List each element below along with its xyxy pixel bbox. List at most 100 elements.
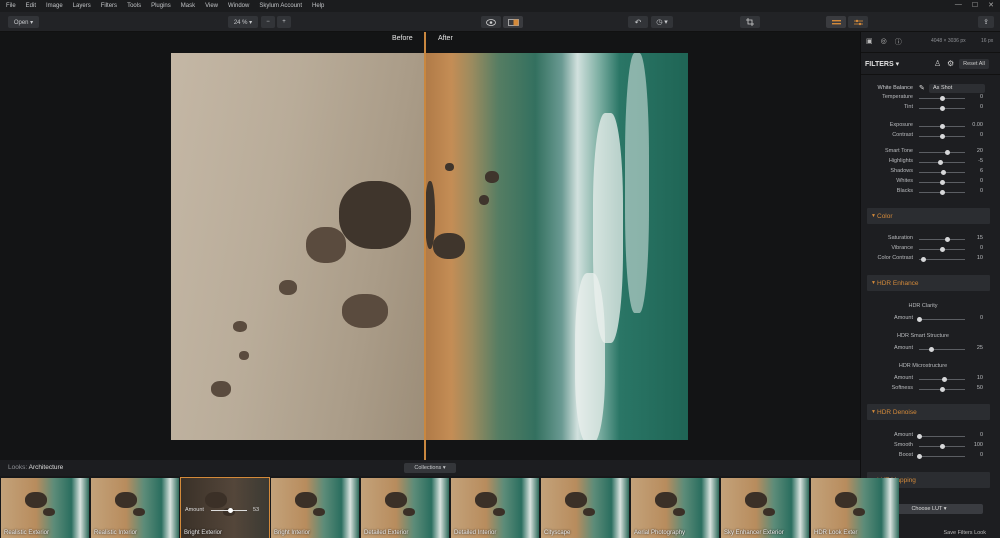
menu-item[interactable]: Help <box>312 3 324 9</box>
look-thumbnail[interactable]: Bright Interior <box>271 478 359 538</box>
before-after-divider[interactable] <box>424 32 426 460</box>
slider-value[interactable]: 10 <box>977 375 983 381</box>
add-filter-icon[interactable]: ♙ <box>934 59 941 68</box>
save-filters-look-button[interactable]: Save Filters Look <box>944 530 987 536</box>
looks-category[interactable]: Architecture <box>29 464 64 471</box>
hdr-enhance-section-header[interactable]: ▼ HDR Enhance <box>867 275 990 291</box>
crop-button[interactable] <box>740 16 760 28</box>
filters-title[interactable]: FILTERS ▾ <box>865 60 899 68</box>
look-thumbnail[interactable]: Amount 53 Bright Exterior <box>180 477 270 538</box>
reset-all-button[interactable]: Reset All <box>959 59 989 69</box>
slider-knob[interactable] <box>940 180 945 185</box>
look-thumbnail[interactable]: Sky Enhancer Exterior <box>721 478 809 538</box>
menu-item[interactable]: Filters <box>101 3 117 9</box>
slider-value[interactable]: 25 <box>977 345 983 351</box>
slider-track[interactable] <box>919 319 965 320</box>
slider-knob[interactable] <box>940 124 945 129</box>
slider-value[interactable]: 10 <box>977 255 983 261</box>
slider-value[interactable]: 100 <box>974 442 983 448</box>
slider-value[interactable]: 6 <box>980 168 983 174</box>
zoom-in-button[interactable]: + <box>277 16 291 28</box>
slider-value[interactable]: 0 <box>980 315 983 321</box>
slider-track[interactable] <box>919 259 965 260</box>
slider-knob[interactable] <box>942 377 948 382</box>
layers-toggle-button[interactable] <box>826 16 846 28</box>
slider-value[interactable]: 15 <box>977 235 983 241</box>
slider-value[interactable]: 0 <box>980 178 983 184</box>
slider-knob[interactable] <box>917 434 922 439</box>
slider-value[interactable]: 20 <box>977 148 983 154</box>
close-icon[interactable]: ✕ <box>988 1 994 9</box>
slider-knob[interactable] <box>920 257 926 262</box>
slider-knob[interactable] <box>941 170 947 175</box>
look-thumbnail[interactable]: Aerial Photography <box>631 478 719 538</box>
slider-knob[interactable] <box>940 96 945 101</box>
slider-knob[interactable] <box>928 347 934 352</box>
histogram-icon[interactable]: ▣ <box>866 37 873 47</box>
slider-value[interactable]: 0 <box>980 432 983 438</box>
slider-track[interactable] <box>919 456 965 457</box>
menu-item[interactable]: Image <box>46 3 63 9</box>
menu-item[interactable]: Tools <box>127 3 141 9</box>
zoom-dropdown[interactable]: 24 % ▾ <box>228 16 258 28</box>
compare-button[interactable] <box>503 16 523 28</box>
menu-item[interactable]: Layers <box>73 3 91 9</box>
slider-knob[interactable] <box>944 237 950 242</box>
slider-knob[interactable] <box>944 150 950 155</box>
image-canvas[interactable]: Before After <box>0 32 860 460</box>
gear-icon[interactable]: ⚙ <box>947 59 954 68</box>
filters-toggle-button[interactable] <box>848 16 868 28</box>
white-balance-dropdown[interactable]: As Shot <box>929 84 985 93</box>
slider-value[interactable]: 0 <box>980 452 983 458</box>
slider-value[interactable]: -5 <box>978 158 983 164</box>
eyedropper-icon[interactable]: ✎ <box>919 84 925 92</box>
look-thumbnail[interactable]: Cityscape <box>541 478 629 538</box>
slider-track[interactable] <box>919 152 965 153</box>
slider-knob[interactable] <box>940 247 945 252</box>
slider-knob[interactable] <box>940 444 945 449</box>
slider-knob[interactable] <box>940 387 945 392</box>
open-button[interactable]: Open ▾ <box>8 16 39 28</box>
slider-track[interactable] <box>919 349 965 350</box>
slider-knob[interactable] <box>940 106 945 111</box>
layers-icon[interactable]: ◎ <box>881 37 887 47</box>
look-thumbnail[interactable]: HDR Look Exter <box>811 478 899 538</box>
minimize-icon[interactable]: — <box>955 1 962 9</box>
look-thumbnail[interactable]: Detailed Exterior <box>361 478 449 538</box>
menu-item[interactable]: View <box>205 3 218 9</box>
slider-track[interactable] <box>919 436 965 437</box>
slider-value[interactable]: 50 <box>977 385 983 391</box>
slider-value[interactable]: 0 <box>980 132 983 138</box>
undo-button[interactable]: ↶ <box>628 16 648 28</box>
slider-knob[interactable] <box>917 317 922 322</box>
slider-knob[interactable] <box>940 190 945 195</box>
history-button[interactable]: ◷ ▾ <box>651 16 673 28</box>
menu-item[interactable]: Window <box>228 3 249 9</box>
info-icon[interactable]: ⓘ <box>895 37 902 47</box>
slider-value[interactable]: 0 <box>980 188 983 194</box>
collections-dropdown[interactable]: Collections ▾ <box>404 463 456 473</box>
menu-item[interactable]: Skylum Account <box>259 3 302 9</box>
look-thumbnail[interactable]: Detailed Interior <box>451 478 539 538</box>
maximize-icon[interactable]: ☐ <box>972 1 978 9</box>
look-thumbnail[interactable]: Realistic Interior <box>91 478 179 538</box>
slider-value[interactable]: 0 <box>980 245 983 251</box>
export-button[interactable]: ⇪ <box>978 16 994 28</box>
menu-item[interactable]: Edit <box>26 3 36 9</box>
menu-item[interactable]: Mask <box>181 3 195 9</box>
slider-knob[interactable] <box>917 454 922 459</box>
slider-value[interactable]: 0.00 <box>972 122 983 128</box>
amount-value[interactable]: 53 <box>253 507 259 513</box>
zoom-out-button[interactable]: − <box>261 16 275 28</box>
hdr-denoise-section-header[interactable]: ▼ HDR Denoise <box>867 404 990 420</box>
slider-knob[interactable] <box>938 160 944 165</box>
menu-item[interactable]: File <box>6 3 16 9</box>
preview-eye-button[interactable] <box>481 16 501 28</box>
color-section-header[interactable]: ▼ Color <box>867 208 990 224</box>
menu-item[interactable]: Plugins <box>151 3 171 9</box>
slider-value[interactable]: 0 <box>980 94 983 100</box>
slider-value[interactable]: 0 <box>980 104 983 110</box>
slider-track[interactable] <box>919 239 965 240</box>
look-thumbnail[interactable]: Realistic Exterior <box>1 478 89 538</box>
slider-knob[interactable] <box>940 134 945 139</box>
